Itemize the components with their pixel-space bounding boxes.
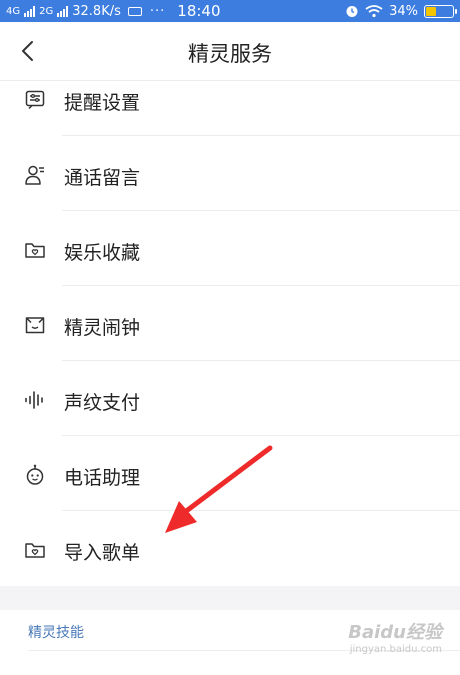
annotation-arrow: [165, 445, 273, 533]
watermark-text: Baidu经验: [348, 622, 442, 643]
watermark-logo: Baidu经验 jingyan.baidu.com: [348, 618, 442, 655]
watermark-url: jingyan.baidu.com: [349, 644, 442, 655]
